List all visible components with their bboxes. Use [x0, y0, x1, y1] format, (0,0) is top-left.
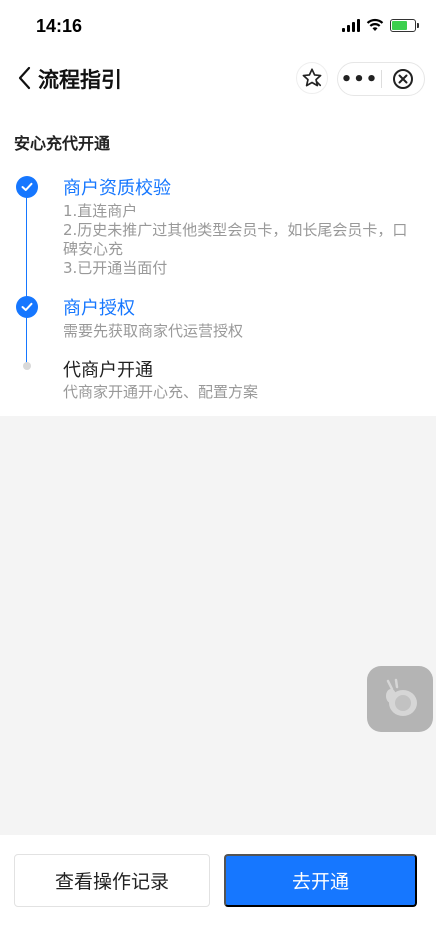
step-desc: 需要先获取商家代运营授权: [63, 322, 408, 341]
star-icon: [302, 68, 322, 87]
step-desc-line: 2.历史未推广过其他类型会员卡，如长尾会员卡，口碑安心充: [63, 221, 408, 258]
step-done-icon: [16, 176, 38, 198]
step-done-icon: [16, 296, 38, 318]
wifi-icon: [366, 18, 384, 31]
mini-program-capsule: •••: [337, 62, 425, 96]
open-service-button[interactable]: 去开通: [224, 854, 417, 907]
step-title: 商户资质校验: [63, 178, 171, 199]
step-desc: 1.直连商户 2.历史未推广过其他类型会员卡，如长尾会员卡，口碑安心充 3.已开…: [63, 202, 408, 278]
page-title: 流程指引: [38, 68, 122, 92]
step-desc: 代商家开通开心充、配置方案: [63, 383, 408, 402]
favorite-button[interactable]: [296, 62, 328, 94]
floating-assistant-button[interactable]: [367, 666, 433, 732]
step-pending-icon: [23, 362, 31, 370]
step-desc-line: 需要先获取商家代运营授权: [63, 322, 244, 340]
footer-actions: 查看操作记录 去开通: [0, 835, 436, 944]
step-desc-line: 3.已开通当面付: [63, 259, 168, 277]
section-title: 安心充代开通: [14, 134, 111, 153]
nav-bar: 流程指引 •••: [0, 52, 436, 104]
step-title: 商户授权: [63, 298, 135, 319]
view-records-button[interactable]: 查看操作记录: [14, 854, 210, 907]
guide-content: 安心充代开通 商户资质校验 1.直连商户 2.历史未推广过其他类型会员卡，如长尾…: [0, 104, 436, 416]
status-time: 14:16: [36, 16, 83, 36]
battery-charging-icon: [390, 18, 419, 32]
step-connector: [26, 186, 27, 302]
step-connector: [26, 316, 27, 366]
status-icons: [342, 18, 419, 32]
close-circle-icon[interactable]: [382, 68, 424, 90]
step-title: 代商户开通: [63, 360, 153, 381]
status-bar: 14:16: [0, 0, 436, 52]
more-icon[interactable]: •••: [338, 69, 381, 90]
snail-icon: [386, 678, 417, 716]
signal-icon: [342, 18, 360, 32]
step-desc-line: 代商家开通开心充、配置方案: [63, 383, 259, 401]
chevron-left-icon[interactable]: [12, 64, 36, 92]
step-desc-line: 1.直连商户: [63, 202, 138, 220]
